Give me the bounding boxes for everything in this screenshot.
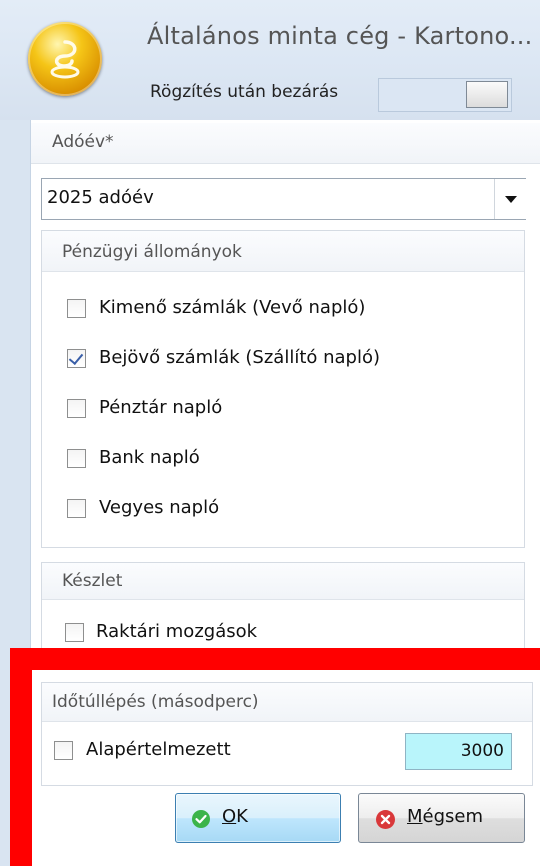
label-bank[interactable]: Bank napló — [99, 447, 200, 468]
cancel-x-icon — [376, 810, 395, 829]
financial-header: Pénzügyi állományok — [62, 242, 242, 262]
ok-check-icon — [192, 810, 210, 828]
window-title: Általános minta cég - Kartono... — [147, 22, 533, 50]
timeout-input-value: 3000 — [460, 741, 504, 761]
highlight-frame-top — [10, 648, 540, 670]
highlight-frame-left — [10, 648, 32, 866]
checkbox-bank[interactable] — [67, 449, 86, 468]
app-logo-icon[interactable] — [28, 22, 102, 96]
label-default-timeout[interactable]: Alapértelmezett — [86, 739, 231, 760]
label-warehouse-movements[interactable]: Raktári mozgások — [96, 621, 257, 642]
cancel-button-label[interactable]: Mégsem — [407, 806, 483, 827]
ok-button-label[interactable]: OK — [222, 806, 248, 827]
close-after-save-label: Rögzítés után bezárás — [150, 82, 339, 102]
tax-year-select-value: 2025 adóév — [47, 187, 154, 208]
label-outgoing-invoices[interactable]: Kimenő számlák (Vevő napló) — [99, 297, 365, 318]
checkbox-outgoing-invoices[interactable] — [67, 299, 86, 318]
checkbox-default-timeout[interactable] — [54, 741, 73, 760]
stock-header: Készlet — [62, 571, 123, 591]
checkbox-warehouse-movements[interactable] — [65, 623, 84, 642]
label-cash-register[interactable]: Pénztár napló — [99, 397, 222, 418]
checkbox-general-journal[interactable] — [67, 499, 86, 518]
label-incoming-invoices[interactable]: Bejövő számlák (Szállító napló) — [99, 347, 380, 368]
tax-year-header: Adóév* — [52, 132, 114, 152]
timeout-header: Időtúllépés (másodperc) — [52, 692, 259, 712]
toggle-knob[interactable] — [466, 81, 508, 108]
label-general-journal[interactable]: Vegyes napló — [99, 497, 219, 518]
checkbox-incoming-invoices[interactable] — [67, 349, 86, 368]
checkbox-cash-register[interactable] — [67, 399, 86, 418]
chevron-down-icon[interactable] — [494, 179, 526, 219]
